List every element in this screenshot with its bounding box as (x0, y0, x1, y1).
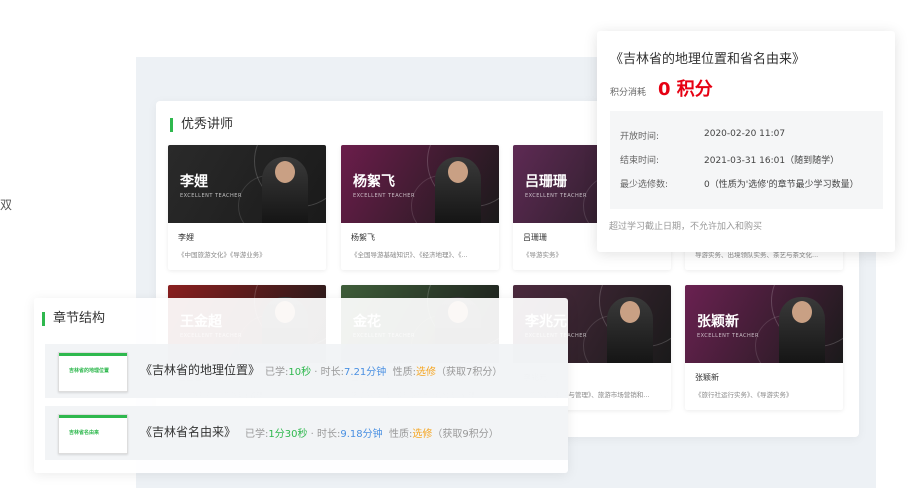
lecturer-photo: 李娌 EXCELLENT TEACHER (168, 145, 326, 223)
lecturer-photo: 张颖新 EXCELLENT TEACHER (685, 285, 843, 363)
lecturer-photo-subtitle: EXCELLENT TEACHER (525, 193, 587, 199)
lecturer-name: 张颖新 (695, 373, 719, 382)
lecturer-photo-name: 李娌 (180, 174, 208, 190)
lecturer-name: 吕珊珊 (523, 233, 547, 242)
deadline-note: 超过学习截止日期，不允许加入和购买 (609, 222, 763, 232)
lecturer-photo-subtitle: EXCELLENT TEACHER (180, 193, 242, 199)
chapter-thumbnail: 吉林省的地理位置 (58, 352, 128, 392)
chapter-thumbnail-text: 吉林省的地理位置 (69, 368, 110, 374)
course-title: 《吉林省的地理位置和省名由来》 (610, 52, 806, 67)
lecturer-photo: 杨絮飞 EXCELLENT TEACHER (341, 145, 499, 223)
chapter-name[interactable]: 《吉林省名由来》 (140, 423, 236, 440)
lecturer-photo-name: 吕珊珊 (525, 174, 567, 190)
chapter-row[interactable]: 吉林省名由来 《吉林省名由来》 已学:1分30秒 · 时长:9.18分钟 性质:… (45, 406, 568, 460)
lecturer-courses: 《旅行社运行实务》、《导游实务》 (695, 391, 793, 399)
chapter-name[interactable]: 《吉林省的地理位置》 (140, 361, 260, 378)
lecturer-photo-name: 杨絮飞 (353, 174, 395, 190)
lecturer-photo-subtitle: EXCELLENT TEACHER (353, 193, 415, 199)
points-value: 0 积分 (658, 79, 713, 100)
lecturer-photo-subtitle: EXCELLENT TEACHER (697, 333, 759, 339)
chapters-section: 章节结构 吉林省的地理位置 《吉林省的地理位置》 已学:10秒 · 时长:7.2… (34, 298, 568, 473)
lecturer-portrait (435, 157, 481, 223)
lecturer-photo-name: 张颖新 (697, 314, 739, 330)
chapter-row[interactable]: 吉林省的地理位置 《吉林省的地理位置》 已学:10秒 · 时长:7.21分钟 性… (45, 344, 568, 398)
end-time-row: 结束时间: 2021-03-31 16:01（随到随学） (620, 156, 840, 166)
lecturer-courses: 《全国导游基础知识》、《经济地理》、《... (351, 251, 468, 259)
chapter-thumbnail: 吉林省名由来 (58, 414, 128, 454)
min-elective-row: 最少选修数: 0（性质为'选修'的章节最少学习数量） (620, 180, 859, 190)
course-info-box: 开放时间: 2020-02-20 11:07 结束时间: 2021-03-31 16… (610, 111, 883, 209)
chapter-meta: 已学:10秒 · 时长:7.21分钟 性质:选修（获取7积分） (265, 367, 503, 378)
lecturer-card[interactable]: 李娌 EXCELLENT TEACHER 李娌《中国旅游文化》《导游业务》 (168, 145, 326, 270)
lecturer-card[interactable]: 张颖新 EXCELLENT TEACHER 张颖新《旅行社运行实务》、《导游实务》 (685, 285, 843, 410)
lecturer-courses: 《中国旅游文化》《导游业务》 (178, 251, 266, 259)
chapters-section-title: 章节结构 (42, 312, 105, 326)
chapter-meta: 已学:1分30秒 · 时长:9.18分钟 性质:选修（获取9积分） (245, 429, 499, 440)
open-time-row: 开放时间: 2020-02-20 11:07 (620, 129, 786, 142)
lecturer-name: 李娌 (178, 233, 194, 242)
cropped-text: 双 (0, 198, 13, 212)
lecturer-name: 杨絮飞 (351, 233, 375, 242)
lecturer-portrait (779, 297, 825, 363)
lecturer-card[interactable]: 杨絮飞 EXCELLENT TEACHER 杨絮飞《全国导游基础知识》、《经济地理》… (341, 145, 499, 270)
points-label: 积分消耗 (610, 88, 647, 98)
course-info-card: 《吉林省的地理位置和省名由来》 积分消耗 0 积分 开放时间: 2020-02-2… (597, 31, 895, 252)
lecturer-portrait (607, 297, 653, 363)
chapter-thumbnail-text: 吉林省名由来 (69, 430, 100, 436)
lecturer-portrait (262, 157, 308, 223)
